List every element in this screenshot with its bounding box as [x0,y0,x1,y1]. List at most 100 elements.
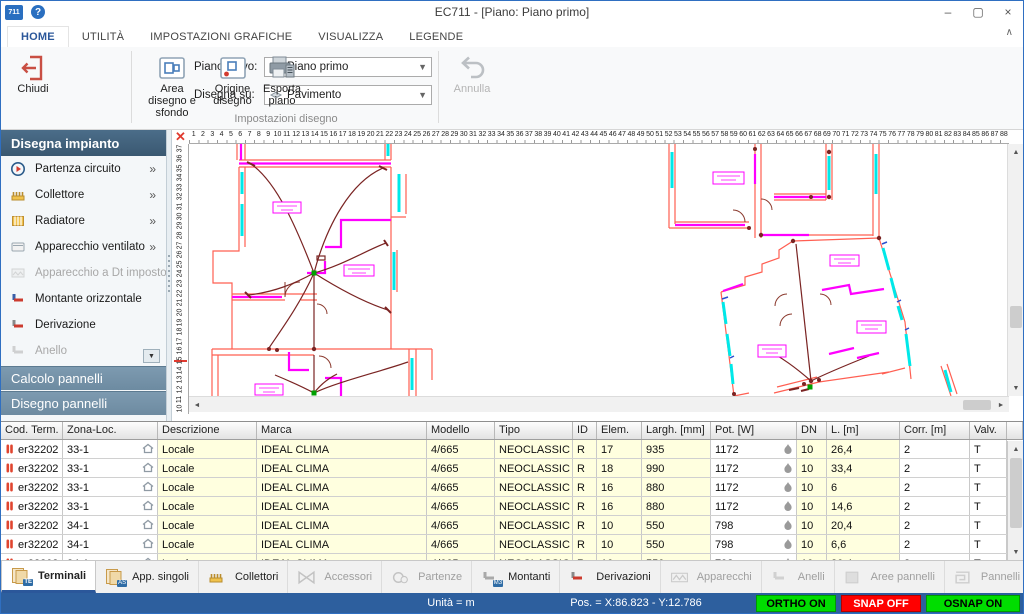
cell-valv[interactable]: T [970,459,1007,477]
cell-dn[interactable]: 10 [797,440,827,458]
cell-pot[interactable]: 1172 [711,497,797,515]
cell-largh[interactable]: 880 [642,497,711,515]
cell-tipo[interactable]: NEOCLASSIC [495,497,573,515]
sidebar-item-collettore[interactable]: Collettore» [1,182,166,208]
cell-dn[interactable]: 10 [797,459,827,477]
origine-disegno-button[interactable]: Origine disegno [209,53,256,107]
cell-l[interactable]: 6,6 [827,535,900,553]
cell-desc[interactable]: Locale [158,440,257,458]
scroll-down-icon[interactable]: ▼ [1008,544,1023,560]
table-row[interactable]: er3220234-1LocaleIDEAL CLIMA4/665NEOCLAS… [1,535,1023,554]
canvas-vertical-scrollbar[interactable]: ▲ ▼ [1007,144,1023,396]
cell-valv[interactable]: T [970,535,1007,553]
floor-plan-drawing[interactable] [189,144,1009,396]
cell-dn[interactable]: 10 [797,535,827,553]
ribbon-tab-legende[interactable]: LEGENDE [396,27,476,47]
cell-modello[interactable]: 4/665 [427,459,495,477]
column-header-valv[interactable]: Valv. [970,422,1007,439]
scroll-up-icon[interactable]: ▲ [1008,144,1024,160]
cell-l[interactable]: 26,4 [827,440,900,458]
scroll-left-icon[interactable]: ◄ [189,397,205,413]
cell-cod[interactable]: er32202 [1,440,63,458]
cell-corr[interactable]: 2 [900,516,970,534]
cell-cod[interactable]: er32202 [1,459,63,477]
cell-marca[interactable]: IDEAL CLIMA [257,535,427,553]
cell-zona[interactable]: 33-1 [63,478,158,496]
column-header-modello[interactable]: Modello [427,422,495,439]
column-header-elem[interactable]: Elem. [597,422,642,439]
cell-tipo[interactable]: NEOCLASSIC [495,440,573,458]
sidebar-section-calcolo-pannelli[interactable]: Calcolo pannelli [1,366,166,390]
cell-modello[interactable]: 4/665 [427,516,495,534]
cell-pot[interactable]: 798 [711,535,797,553]
table-row[interactable]: er3220233-1LocaleIDEAL CLIMA4/665NEOCLAS… [1,440,1023,459]
toggle-ortho-on[interactable]: ORTHO ON [756,595,836,612]
tab-app-singoli[interactable]: ASApp. singoli [96,561,199,593]
cell-zona[interactable]: 34-1 [63,516,158,534]
cell-desc[interactable]: Locale [158,459,257,477]
cell-corr[interactable]: 2 [900,440,970,458]
cell-id[interactable]: R [573,516,597,534]
cell-desc[interactable]: Locale [158,516,257,534]
toggle-snap-off[interactable]: SNAP OFF [841,595,921,612]
cell-corr[interactable]: 2 [900,535,970,553]
cell-marca[interactable]: IDEAL CLIMA [257,459,427,477]
column-header-zona-loc[interactable]: Zona-Loc. [63,422,158,439]
cell-elem[interactable]: 10 [597,516,642,534]
cell-cod[interactable]: er32202 [1,478,63,496]
tab-montanti[interactable]: M3Montanti [472,561,560,593]
cell-id[interactable]: R [573,497,597,515]
cell-elem[interactable]: 17 [597,440,642,458]
cell-pot[interactable]: 1172 [711,459,797,477]
tab-derivazioni[interactable]: Derivazioni [560,561,660,593]
cell-corr[interactable]: 2 [900,478,970,496]
cell-desc[interactable]: Locale [158,497,257,515]
cell-pot[interactable]: 798 [711,516,797,534]
horizontal-scroll-thumb[interactable] [963,400,991,410]
table-scroll-thumb[interactable] [1010,458,1022,528]
annulla-button[interactable]: Annulla [447,53,497,95]
tab-collettori[interactable]: Collettori [199,561,288,593]
close-button[interactable]: × [993,2,1023,22]
cell-marca[interactable]: IDEAL CLIMA [257,497,427,515]
cell-largh[interactable]: 550 [642,516,711,534]
cell-pot[interactable]: 1172 [711,478,797,496]
expand-chevron-icon[interactable]: » [149,214,156,228]
cell-elem[interactable]: 16 [597,478,642,496]
sidebar-item-apparecchio-ventilato[interactable]: Apparecchio ventilato» [1,234,166,260]
chiudi-button[interactable]: Chiudi [9,53,57,95]
cell-elem[interactable]: 16 [597,497,642,515]
column-header-cod-term[interactable]: Cod. Term. [1,422,63,439]
tab-terminali[interactable]: TETerminali [1,561,96,593]
cell-largh[interactable]: 550 [642,535,711,553]
column-header-descrizione[interactable]: Descrizione [158,422,257,439]
cell-dn[interactable]: 10 [797,478,827,496]
cell-l[interactable]: 20,4 [827,516,900,534]
cell-valv[interactable]: T [970,497,1007,515]
cell-tipo[interactable]: NEOCLASSIC [495,478,573,496]
column-header-id[interactable]: ID [573,422,597,439]
scroll-up-icon[interactable]: ▲ [1008,441,1023,457]
cell-dn[interactable]: 10 [797,516,827,534]
cell-id[interactable]: R [573,478,597,496]
ribbon-tab-home[interactable]: HOME [7,26,69,47]
cell-modello[interactable]: 4/665 [427,478,495,496]
cell-marca[interactable]: IDEAL CLIMA [257,516,427,534]
ribbon-tab-utilit[interactable]: UTILITÀ [69,27,137,47]
esporta-piano-button[interactable]: Esporta piano [262,53,302,107]
ribbon-tab-visualizza[interactable]: VISUALIZZA [305,27,396,47]
ribbon-tab-impostazioni-grafiche[interactable]: IMPOSTAZIONI GRAFICHE [137,27,305,47]
cell-largh[interactable]: 880 [642,478,711,496]
cell-marca[interactable]: IDEAL CLIMA [257,478,427,496]
cell-valv[interactable]: T [970,516,1007,534]
cell-cod[interactable]: er32202 [1,516,63,534]
cell-zona[interactable]: 33-1 [63,440,158,458]
table-row[interactable]: er3220233-1LocaleIDEAL CLIMA4/665NEOCLAS… [1,497,1023,516]
cell-l[interactable]: 6 [827,478,900,496]
sidebar-section-disegno-pannelli[interactable]: Disegno pannelli [1,391,166,415]
cell-desc[interactable]: Locale [158,478,257,496]
canvas-horizontal-scrollbar[interactable]: ◄ ► [189,396,1009,412]
cell-cod[interactable]: er32202 [1,535,63,553]
column-header-dn[interactable]: DN [797,422,827,439]
cell-elem[interactable]: 10 [597,535,642,553]
